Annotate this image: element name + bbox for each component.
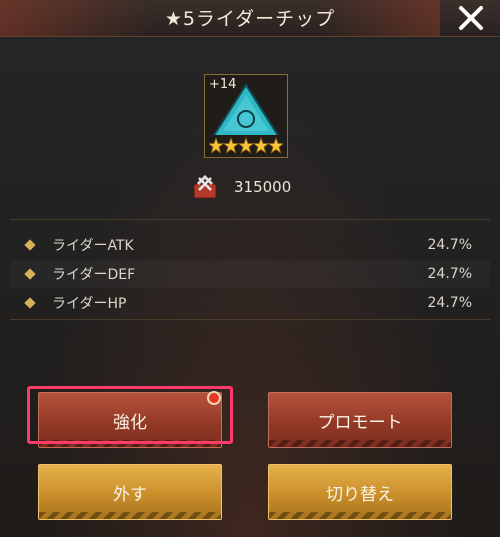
divider bbox=[10, 219, 490, 220]
star-icon bbox=[252, 137, 270, 155]
stat-value: 24.7% bbox=[427, 295, 472, 311]
star-icon bbox=[209, 137, 225, 155]
title-bar: ★5ライダーチップ bbox=[0, 0, 500, 37]
switch-button[interactable]: 切り替え bbox=[268, 464, 452, 520]
promote-button[interactable]: プロモート bbox=[268, 392, 452, 448]
upgrade-material-icon bbox=[193, 174, 217, 199]
switch-button-label: 切り替え bbox=[326, 484, 394, 505]
notification-dot-icon bbox=[207, 391, 221, 405]
stat-label: ライダーDEF bbox=[52, 267, 136, 283]
star-icon bbox=[222, 137, 240, 155]
stat-row: ライダーDEF 24.7% bbox=[10, 260, 490, 288]
button-stripe bbox=[39, 512, 221, 519]
star-icon bbox=[237, 137, 255, 155]
cost-value: 315000 bbox=[234, 178, 292, 196]
star-rating bbox=[209, 137, 283, 155]
diamond-bullet-icon bbox=[24, 297, 36, 309]
remove-button[interactable]: 外す bbox=[38, 464, 222, 520]
highlight-frame bbox=[27, 386, 233, 444]
stat-value: 24.7% bbox=[427, 266, 472, 282]
cost-row: 315000 bbox=[190, 174, 291, 200]
stat-value: 24.7% bbox=[427, 237, 472, 253]
item-level: +14 bbox=[209, 77, 237, 92]
page-title: ★5ライダーチップ bbox=[164, 8, 336, 30]
close-button[interactable] bbox=[442, 0, 500, 36]
diamond-bullet-icon bbox=[24, 268, 36, 280]
stat-row: ライダーATK 24.7% bbox=[10, 231, 490, 259]
stat-label: ライダーHP bbox=[52, 296, 127, 312]
item-slot[interactable]: +14 bbox=[204, 74, 288, 158]
button-stripe bbox=[269, 440, 451, 447]
button-stripe bbox=[269, 512, 451, 519]
star-icon bbox=[267, 137, 283, 155]
remove-button-label: 外す bbox=[113, 484, 147, 505]
divider bbox=[10, 319, 490, 320]
stat-row: ライダーHP 24.7% bbox=[10, 289, 490, 317]
promote-button-label: プロモート bbox=[317, 412, 403, 433]
chip-detail-panel: ★5ライダーチップ +14 315000 ライダーATK 24.7% ライダーD… bbox=[0, 0, 500, 537]
diamond-bullet-icon bbox=[24, 239, 36, 251]
stat-label: ライダーATK bbox=[52, 238, 134, 254]
close-icon bbox=[459, 6, 483, 30]
